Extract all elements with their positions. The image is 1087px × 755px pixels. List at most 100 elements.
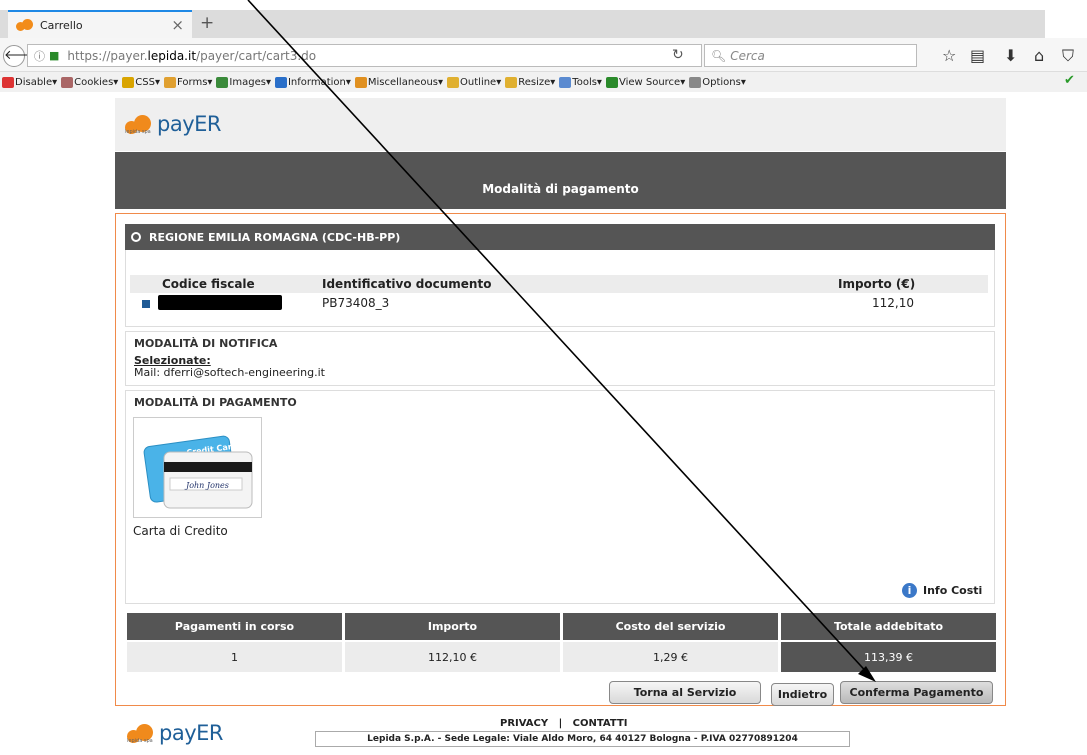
column-amount: Importo (€) [838, 277, 916, 291]
devbar-miscellaneous-icon [354, 76, 367, 88]
document-table-header: Codice fiscale Identificativo documento … [130, 275, 988, 293]
browser-tab[interactable]: Carrello × [8, 10, 192, 38]
web-developer-toolbar: Disable▾ Cookies▾ CSS▾ Forms▾ Images▾ Informa… [0, 72, 1087, 92]
notification-mail: Mail: dferri@softech-engineering.it [134, 366, 325, 379]
info-icon[interactable]: ⓘ [34, 48, 45, 64]
devbar-menu-miscellaneous[interactable]: Miscellaneous▾ [354, 76, 443, 88]
devbar-outline-icon [447, 76, 460, 88]
favicon-icon [16, 19, 34, 31]
reading-list-icon[interactable]: ▤ [970, 46, 985, 65]
devbar-label: Images▾ [229, 76, 271, 88]
url-host: lepida.it [147, 48, 197, 63]
summary-amount: 112,10 € [345, 642, 560, 672]
logo-text: payER [157, 112, 222, 136]
column-document-id: Identificativo documento [322, 277, 492, 291]
url-prefix: https://payer. [67, 48, 148, 63]
devbar-label: Disable▾ [15, 76, 58, 88]
summary-service-cost: 1,29 € [563, 642, 778, 672]
page-title: Modalità di pagamento [115, 152, 1006, 209]
devbar-information-icon [274, 76, 287, 88]
info-costi-label: Info Costi [923, 584, 983, 597]
logo-mark-icon: lepida spa [127, 722, 155, 744]
notification-panel: MODALITÀ DI NOTIFICA Selezionate: Mail: … [125, 331, 995, 386]
devbar-forms-icon [164, 76, 176, 88]
home-icon[interactable]: ⌂ [1034, 46, 1044, 65]
devbar-disable-icon [2, 76, 14, 88]
close-icon[interactable]: × [171, 16, 184, 34]
devbar-label: Resize▾ [518, 76, 556, 88]
devbar-label: Options▾ [702, 76, 746, 88]
devbar-label: Information▾ [287, 76, 351, 88]
summary-payments-count: 1 [127, 642, 342, 672]
devbar-cookies-icon [61, 76, 74, 88]
credit-card-option[interactable]: Credit Card John Jones [133, 417, 262, 518]
devbar-menu-resize[interactable]: Resize▾ [505, 76, 556, 88]
bookmark-star-icon[interactable]: ☆ [942, 46, 956, 65]
devbar-menu-information[interactable]: Information▾ [274, 76, 351, 88]
devbar-label: Tools▾ [572, 76, 602, 88]
redacted-fiscal-code [158, 295, 282, 310]
summary-header: Totale addebitato [781, 613, 996, 640]
url-path: /payer/cart/cart3.do [196, 48, 317, 63]
info-costi-link[interactable]: i Info Costi [902, 583, 982, 598]
devbar-resize-icon [505, 76, 518, 88]
devbar-menu-view-source[interactable]: View Source▾ [605, 76, 686, 88]
credit-card-label[interactable]: Carta di Credito [133, 524, 228, 538]
pocket-icon[interactable]: ⛉ [1062, 46, 1074, 66]
summary-header: Importo [345, 613, 560, 640]
window-corner [1043, 0, 1087, 10]
summary-header: Pagamenti in corso [127, 613, 342, 640]
devbar-options-icon [689, 76, 702, 88]
tab-title: Carrello [40, 18, 83, 32]
download-icon[interactable]: ⬇ [1004, 46, 1017, 65]
page-header: lepida spa payER [115, 98, 1006, 151]
row-bullet-icon [142, 300, 150, 308]
notification-title: MODALITÀ DI NOTIFICA [134, 337, 278, 350]
creditor-name: REGIONE EMILIA ROMAGNA (CDC-HB-PP) [149, 230, 401, 244]
lock-icon[interactable]: ■ [49, 49, 59, 62]
devbar-menu-options[interactable]: Options▾ [689, 76, 746, 88]
back-button[interactable]: Indietro [771, 683, 834, 706]
summary-total: 113,39 € [781, 642, 996, 672]
creditor-header[interactable]: REGIONE EMILIA ROMAGNA (CDC-HB-PP) [125, 224, 995, 250]
back-icon[interactable]: 🡐 [3, 45, 39, 67]
devbar-menu-disable[interactable]: Disable▾ [2, 76, 58, 88]
devbar-menu-images[interactable]: Images▾ [216, 76, 271, 88]
devbar-menu-forms[interactable]: Forms▾ [164, 76, 212, 88]
column-fiscal-code: Codice fiscale [162, 277, 255, 291]
devbar-tools-icon [559, 76, 572, 88]
logo-mark-icon: lepida spa [125, 113, 153, 135]
footer-links[interactable]: PRIVACY | CONTATTI [500, 718, 627, 729]
devbar-label: Outline▾ [460, 76, 502, 88]
table-row: PB73408_3 112,10 [130, 294, 988, 314]
payment-method-title: MODALITÀ DI PAGAMENTO [134, 396, 297, 409]
summary-table: Pagamenti in corso Importo Costo del ser… [127, 613, 996, 672]
devbar-label: Cookies▾ [74, 76, 119, 88]
devbar-menu-tools[interactable]: Tools▾ [559, 76, 602, 88]
document-id: PB73408_3 [322, 296, 390, 310]
devbar-menu-outline[interactable]: Outline▾ [447, 76, 502, 88]
summary-header: Costo del servizio [563, 613, 778, 640]
footer-logo: lepida spa payER [127, 721, 224, 745]
payer-logo: lepida spa payER [125, 112, 222, 136]
search-input[interactable]: 🔍︎ Cerca [704, 44, 917, 67]
credit-card-icon: Credit Card John Jones [143, 435, 253, 509]
devbar-view-source-icon [605, 76, 618, 88]
radio-icon[interactable] [131, 232, 141, 242]
search-placeholder: Cerca [730, 48, 765, 63]
devbar-images-icon [216, 76, 229, 88]
devbar-menu-cookies[interactable]: Cookies▾ [61, 76, 119, 88]
info-icon: i [902, 583, 917, 598]
devbar-label: View Source▾ [618, 76, 686, 88]
new-tab-icon[interactable]: + [200, 13, 214, 33]
logo-text: payER [159, 721, 224, 745]
url-bar[interactable]: ⓘ ■ https://payer. lepida.it/payer/cart/c… [27, 44, 702, 67]
devbar-label: CSS▾ [135, 76, 160, 88]
search-icon: 🔍︎ [711, 48, 727, 63]
return-to-service-button[interactable]: Torna al Servizio [609, 681, 761, 704]
devbar-menu-css[interactable]: CSS▾ [122, 76, 160, 88]
check-icon: ✔ [1064, 73, 1075, 88]
reload-icon[interactable]: ↻ [672, 47, 684, 63]
confirm-payment-button[interactable]: Conferma Pagamento [840, 681, 993, 704]
card-signature: John Jones [184, 481, 229, 490]
